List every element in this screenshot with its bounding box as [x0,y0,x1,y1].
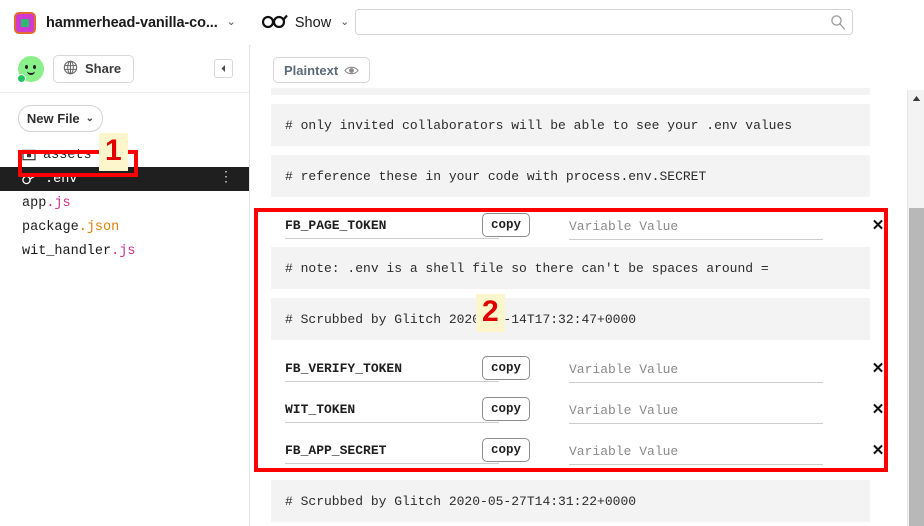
env-variable-row: FB_APP_SECRET copy ✕ [271,431,884,470]
search-input[interactable] [355,9,853,35]
file-extension: .js [46,195,71,211]
chevron-down-icon: ⌄ [340,16,350,28]
comment-line: # Scrubbed by Glitch 2020-05-27T14:31:22… [271,480,870,522]
eye-icon [344,65,359,76]
avatar-eye-left [25,64,28,69]
file-list-item-app-js[interactable]: app .js [0,191,249,215]
file-list-item-env[interactable]: .env ⋮ [0,167,249,191]
env-variable-name[interactable]: FB_APP_SECRET [285,438,499,464]
file-name: app [22,195,47,211]
scroll-up-arrow-icon[interactable] [908,90,924,107]
avatar-mouth [27,69,35,75]
env-variable-value-input[interactable] [569,357,823,383]
comment-line: # Scrubbed by Glitch 2020-05-14T17:32:47… [271,298,870,340]
key-icon [22,172,38,186]
comment-line: # only invited collaborators will be abl… [271,104,870,146]
glitch-logo-icon [14,11,36,34]
env-variable-value-input[interactable] [569,439,823,465]
vertical-scrollbar[interactable] [907,90,924,526]
delete-variable-button[interactable]: ✕ [869,441,887,459]
plaintext-label: Plaintext [284,62,339,78]
env-variable-value-input[interactable] [569,398,823,424]
env-variable-name[interactable]: WIT_TOKEN [285,397,499,423]
glasses-icon [261,14,288,31]
globe-icon [63,60,78,78]
env-editor: # only invited collaborators will be abl… [251,88,892,526]
sidebar-header: Share [0,45,249,93]
env-variable-name[interactable]: FB_VERIFY_TOKEN [285,356,499,382]
delete-variable-button[interactable]: ✕ [869,359,887,377]
delete-variable-button[interactable]: ✕ [869,216,887,234]
file-options-icon[interactable]: ⋮ [219,171,233,186]
search-bar [355,9,853,35]
copy-button[interactable]: copy [482,438,530,462]
file-extension: .json [78,219,120,235]
project-name: hammerhead-vanilla-co... [46,14,218,31]
avatar-eye-right [33,64,36,69]
copy-button[interactable]: copy [482,397,530,421]
show-menu[interactable]: Show ⌄ [261,14,350,31]
search-icon[interactable] [830,14,846,30]
online-status-dot [17,73,26,83]
chevron-down-icon: ⌄ [85,113,95,124]
file-name: package [22,219,79,235]
env-variable-name[interactable]: FB_PAGE_TOKEN [285,213,499,239]
env-variable-row: FB_PAGE_TOKEN copy ✕ [271,206,884,245]
sidebar: Share New File ⌄ assets .env ⋮ app .js p… [0,45,250,526]
env-variable-row: FB_VERIFY_TOKEN copy ✕ [271,349,884,388]
plaintext-toggle-button[interactable]: Plaintext [273,57,371,83]
collapse-panel-icon[interactable] [214,59,233,78]
folder-icon [22,149,36,161]
delete-variable-button[interactable]: ✕ [869,400,887,418]
file-list-item-assets[interactable]: assets [0,143,249,167]
file-extension: .js [111,243,136,259]
chevron-down-icon[interactable]: ⌄ [227,17,236,28]
file-list-item-wit-handler-js[interactable]: wit_handler .js [0,239,249,263]
scrollbar-thumb[interactable] [909,208,924,526]
glitch-logo-inner [21,18,29,27]
new-file-button[interactable]: New File ⌄ [18,105,103,132]
top-bar: hammerhead-vanilla-co... ⌄ Show ⌄ [0,0,924,46]
new-file-label: New File [26,111,80,126]
file-list: assets .env ⋮ app .js package .json wit_ha… [0,143,249,263]
comment-line: # note: .env is a shell file so there ca… [271,247,870,289]
comment-line-partial [271,88,870,95]
env-variable-value-input[interactable] [569,214,823,240]
file-list-item-package-json[interactable]: package .json [0,215,249,239]
share-button[interactable]: Share [53,54,135,83]
copy-button[interactable]: copy [482,356,530,380]
share-label: Share [85,61,122,76]
copy-button[interactable]: copy [482,213,530,237]
comment-line: # reference these in your code with proc… [271,155,870,197]
file-name: assets [43,147,92,163]
file-name: .env [45,171,78,187]
avatar[interactable] [17,55,44,83]
show-label: Show [294,14,332,31]
file-name: wit_handler [22,243,112,259]
env-variable-row: WIT_TOKEN copy ✕ [271,390,884,429]
main-editor-pane: Plaintext # only invited collaborators w… [251,45,924,526]
